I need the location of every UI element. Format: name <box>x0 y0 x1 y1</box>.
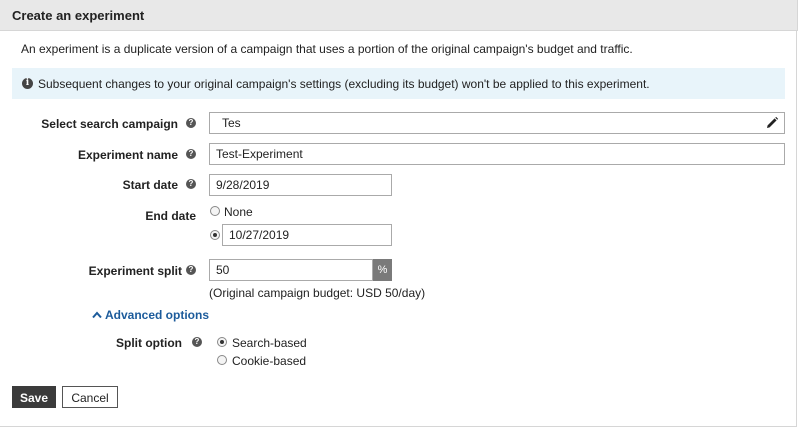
advanced-options-label: Advanced options <box>105 308 210 322</box>
chevron-up-icon <box>92 311 102 319</box>
split-option-cookie-radio[interactable] <box>217 355 227 365</box>
end-date-input[interactable] <box>222 224 392 246</box>
pencil-icon[interactable] <box>765 116 779 130</box>
experiment-name-input[interactable] <box>209 143 785 165</box>
split-option-help-icon[interactable]: ? <box>192 337 202 347</box>
advanced-options-toggle[interactable]: Advanced options <box>92 308 209 322</box>
cancel-button[interactable]: Cancel <box>62 386 118 408</box>
start-date-input[interactable] <box>209 174 392 196</box>
info-text: Subsequent changes to your original camp… <box>38 77 650 91</box>
save-button[interactable]: Save <box>12 386 56 408</box>
start-date-label: Start date <box>122 178 178 192</box>
page-header: Create an experiment <box>0 0 798 31</box>
info-icon: i <box>22 78 33 89</box>
campaign-select[interactable]: Tes <box>209 112 785 134</box>
split-option-search-radio[interactable] <box>217 337 227 347</box>
split-option-search-label: Search-based <box>232 336 307 350</box>
campaign-help-icon[interactable]: ? <box>186 118 196 128</box>
end-date-label: End date <box>145 209 196 223</box>
percent-suffix: % <box>373 259 392 281</box>
experiment-description: An experiment is a duplicate version of … <box>21 42 633 56</box>
split-option-label: Split option <box>116 336 182 350</box>
end-date-none-label: None <box>224 205 253 219</box>
experiment-name-help-icon[interactable]: ? <box>186 149 196 159</box>
experiment-split-help-icon[interactable]: ? <box>186 265 196 275</box>
end-date-custom-radio[interactable] <box>210 230 220 240</box>
experiment-name-label: Experiment name <box>77 148 178 162</box>
budget-note: (Original campaign budget: USD 50/day) <box>209 286 426 300</box>
split-option-cookie-label: Cookie-based <box>232 354 307 368</box>
start-date-help-icon[interactable]: ? <box>186 179 196 189</box>
end-date-none-radio[interactable] <box>210 206 220 216</box>
experiment-split-input[interactable] <box>209 259 373 281</box>
info-banner: i Subsequent changes to your original ca… <box>12 68 785 99</box>
campaign-value: Tes <box>222 116 241 130</box>
experiment-split-label: Experiment split <box>88 264 182 278</box>
page-title: Create an experiment <box>12 8 145 23</box>
campaign-label: Select search campaign <box>41 117 178 131</box>
